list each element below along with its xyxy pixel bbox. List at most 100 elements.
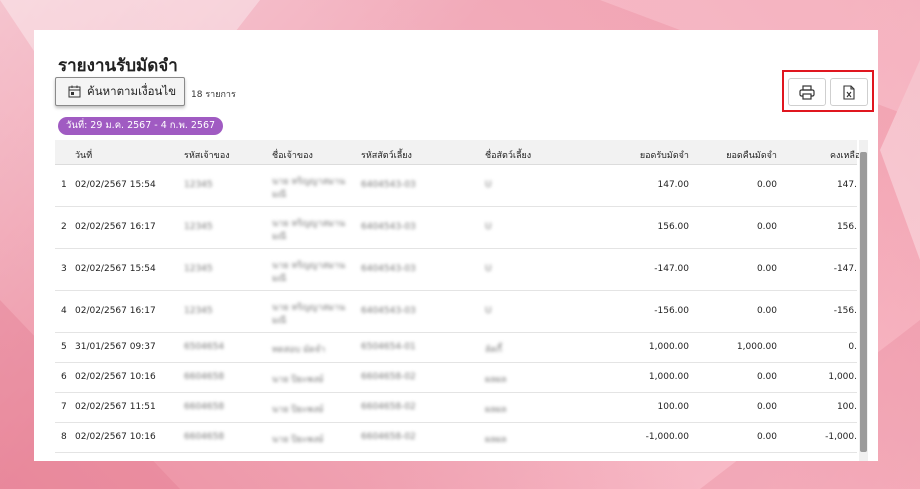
row-deposit-received: 1,000.00 (648, 342, 689, 352)
row-number: 8 (61, 432, 67, 442)
row-owner-name: นาย หริญญาสมาน (272, 303, 346, 313)
row-deposit-returned: 0.00 (756, 264, 777, 274)
row-pet-name: U (485, 222, 492, 232)
row-number: 6 (61, 372, 67, 382)
row-owner-code: 12345 (184, 180, 213, 190)
search-by-condition-button[interactable]: ค้นหาตามเงื่อนไข (55, 77, 185, 106)
row-deposit-received: -1,000.00 (645, 432, 689, 442)
header-deposit-returned: ยอดคืนมัดจำ (726, 151, 777, 161)
export-actions-highlight (782, 70, 874, 112)
row-owner-code: 6604658 (184, 372, 225, 382)
row-pet-name: ลัคกี้ (485, 345, 502, 355)
row-deposit-returned: 0.00 (756, 180, 777, 190)
row-balance: 0. (848, 342, 857, 352)
row-owner-name-line2: มณี (272, 316, 287, 326)
row-balance: -147. (833, 264, 857, 274)
row-pet-code: 6604658-02 (361, 402, 416, 412)
header-deposit-received: ยอดรับมัดจำ (639, 151, 689, 161)
row-owner-name: นาย ปิยะพงษ์ (272, 435, 324, 445)
row-number: 3 (61, 264, 67, 274)
header-pet-name: ชื่อสัตว์เลี้ยง (485, 151, 532, 161)
row-owner-name-line2: มณี (272, 232, 287, 242)
row-deposit-returned: 0.00 (756, 306, 777, 316)
table-row[interactable]: 6 02/02/2567 10:16 6604658 นาย ปิยะพงษ์ … (55, 363, 857, 393)
printer-icon (799, 84, 815, 100)
row-pet-name: ผลผล (485, 375, 507, 385)
row-balance: 156. (836, 222, 857, 232)
table-row[interactable]: 7 02/02/2567 11:51 6604658 นาย ปิยะพงษ์ … (55, 393, 857, 423)
export-excel-button[interactable] (830, 78, 868, 106)
table-header: วันที่ รหัสเจ้าของ ชื่อเจ้าของ รหัสสัตว์… (55, 140, 861, 165)
row-deposit-returned: 0.00 (756, 432, 777, 442)
row-owner-name: นาย ปิยะพงษ์ (272, 405, 324, 415)
date-range-badge: วันที่: 29 ม.ค. 2567 - 4 ก.พ. 2567 (58, 117, 224, 135)
row-date: 02/02/2567 15:54 (75, 264, 156, 274)
report-table: วันที่ รหัสเจ้าของ ชื่อเจ้าของ รหัสสัตว์… (55, 140, 868, 461)
row-owner-name-line2: มณี (272, 190, 287, 200)
row-balance: 1,000. (828, 372, 857, 382)
row-deposit-received: 1,000.00 (648, 372, 689, 382)
report-panel: รายงานรับมัดจำ ค้นหาตามเงื่อนไข 18 รายกา… (34, 30, 878, 461)
row-balance: 100. (836, 402, 857, 412)
row-date: 02/02/2567 16:17 (75, 306, 156, 316)
header-pet-code: รหัสสัตว์เลี้ยง (361, 151, 412, 161)
row-date: 02/02/2567 11:51 (75, 402, 156, 412)
row-deposit-returned: 0.00 (756, 372, 777, 382)
table-row[interactable]: 2 02/02/2567 16:17 12345 นาย หริญญาสมาน … (55, 207, 857, 249)
table-row[interactable]: 1 02/02/2567 15:54 12345 นาย หริญญาสมาน … (55, 165, 857, 207)
row-pet-name: U (485, 180, 492, 190)
table-row[interactable]: 3 02/02/2567 15:54 12345 นาย หริญญาสมาน … (55, 249, 857, 291)
row-pet-code: 6404543-03 (361, 306, 416, 316)
scrollbar-thumb[interactable] (860, 152, 867, 452)
row-owner-code: 6504654 (184, 342, 225, 352)
row-pet-code: 6404543-03 (361, 264, 416, 274)
row-owner-name: ทดสอบ มัดจำ (272, 345, 326, 355)
header-owner-name: ชื่อเจ้าของ (272, 151, 313, 161)
row-date: 02/02/2567 15:54 (75, 180, 156, 190)
row-pet-code: 6604658-02 (361, 372, 416, 382)
row-pet-code: 6404543-03 (361, 180, 416, 190)
row-deposit-received: -156.00 (654, 306, 689, 316)
row-owner-code: 12345 (184, 222, 213, 232)
row-number: 7 (61, 402, 67, 412)
table-row[interactable]: 4 02/02/2567 16:17 12345 นาย หริญญาสมาน … (55, 291, 857, 333)
row-deposit-received: 147.00 (657, 180, 690, 190)
row-deposit-returned: 1,000.00 (736, 342, 777, 352)
row-owner-name: นาย หริญญาสมาน (272, 177, 346, 187)
row-date: 02/02/2567 10:16 (75, 372, 156, 382)
row-balance: 147. (836, 180, 857, 190)
row-deposit-received: 156.00 (657, 222, 690, 232)
row-pet-name: ผลผล (485, 405, 507, 415)
row-date: 02/02/2567 10:16 (75, 432, 156, 442)
row-owner-name: นาย ปิยะพงษ์ (272, 375, 324, 385)
calendar-icon (68, 85, 81, 98)
row-pet-name: U (485, 264, 492, 274)
row-number: 4 (61, 306, 67, 316)
row-number: 5 (61, 342, 67, 352)
header-date: วันที่ (75, 151, 93, 161)
table-scrollbar[interactable] (859, 140, 868, 461)
page-title: รายงานรับมัดจำ (58, 56, 178, 76)
row-balance: -1,000. (825, 432, 857, 442)
row-pet-name: ผลผล (485, 435, 507, 445)
row-pet-code: 6404543-03 (361, 222, 416, 232)
row-owner-name: นาย หริญญาสมาน (272, 261, 346, 271)
row-number: 2 (61, 222, 67, 232)
search-button-label: ค้นหาตามเงื่อนไข (87, 83, 177, 98)
row-deposit-received: -147.00 (654, 264, 689, 274)
record-count: 18 รายการ (191, 90, 236, 100)
header-balance: คงเหลือ (830, 151, 861, 161)
table-row[interactable]: 8 02/02/2567 10:16 6604658 นาย ปิยะพงษ์ … (55, 423, 857, 453)
row-pet-name: U (485, 306, 492, 316)
row-date: 31/01/2567 09:37 (75, 342, 156, 352)
row-date: 02/02/2567 16:17 (75, 222, 156, 232)
row-deposit-received: 100.00 (657, 402, 690, 412)
row-owner-code: 6604658 (184, 432, 225, 442)
row-owner-name-line2: มณี (272, 274, 287, 284)
row-deposit-returned: 0.00 (756, 402, 777, 412)
print-button[interactable] (788, 78, 826, 106)
row-pet-code: 6604658-02 (361, 432, 416, 442)
row-deposit-returned: 0.00 (756, 222, 777, 232)
excel-file-icon (843, 84, 855, 100)
table-row[interactable]: 5 31/01/2567 09:37 6504654 ทดสอบ มัดจำ 6… (55, 333, 857, 363)
